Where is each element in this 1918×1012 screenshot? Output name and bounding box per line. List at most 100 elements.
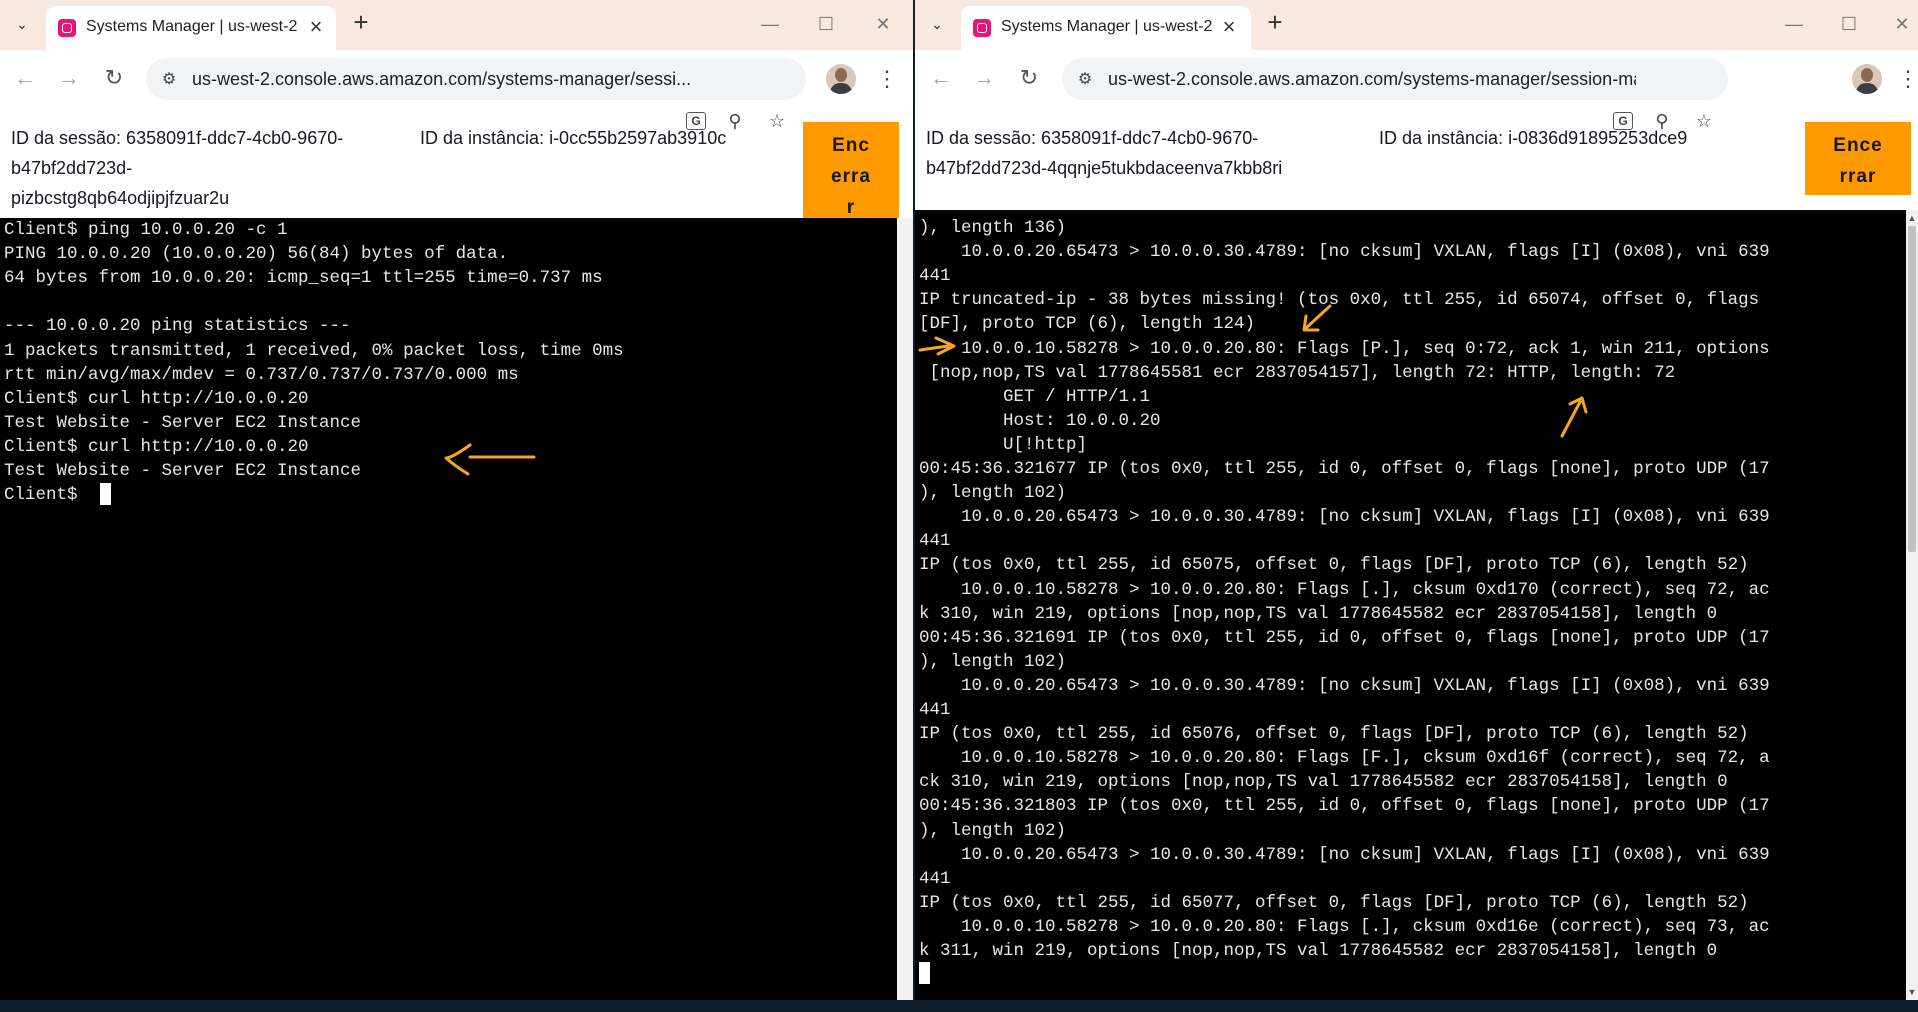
terminal-line: [nop,nop,TS val 1778645581 ecr 283705415…	[919, 362, 1676, 383]
terminal-line: 00:45:36.321803 IP (tos 0x0, ttl 255, id…	[919, 796, 1770, 817]
terminal-line: Test Website - Server EC2 Instance	[4, 412, 362, 433]
scroll-down-arrow[interactable]: ▼	[1906, 984, 1918, 1000]
minimize-icon[interactable]: —	[1781, 12, 1807, 38]
terminal-line: 00:45:36.321677 IP (tos 0x0, ttl 255, id…	[919, 459, 1770, 479]
terminal-line: ), length 136)	[919, 218, 1067, 238]
tab-systems-manager[interactable]: Systems Manager | us-west-2 ×	[46, 6, 336, 50]
star-icon[interactable]: ☆	[1691, 109, 1717, 133]
terminal-line: IP (tos 0x0, ttl 255, id 65075, offset 0…	[919, 555, 1749, 576]
terminal-line: ), length 102)	[919, 483, 1067, 504]
terminal-line: 00:45:36.321691 IP (tos 0x0, ttl 255, id…	[919, 627, 1770, 648]
terminal[interactable]: ), length 136) 10.0.0.20.65473 > 10.0.0.…	[915, 210, 1906, 1000]
terminal-cursor	[919, 962, 930, 984]
terminal-line: 441	[919, 266, 951, 287]
kebab-menu-icon[interactable]: ⋮	[1897, 65, 1918, 93]
tab-strip: ⌄ Systems Manager | us-west-2 × + — ☐ ✕	[915, 0, 1918, 50]
chevron-down-icon[interactable]: ⌄	[8, 10, 36, 38]
avatar[interactable]	[1852, 64, 1882, 94]
terminal-line: 64 bytes from 10.0.0.20: icmp_seq=1 ttl=…	[4, 268, 603, 289]
url-text[interactable]: us-west-2.console.aws.amazon.com/systems…	[1108, 69, 1636, 90]
terminal-line: [DF], proto TCP (6), length 124)	[919, 314, 1256, 335]
tab-title: Systems Manager | us-west-2	[86, 18, 298, 35]
close-icon[interactable]: ×	[304, 16, 328, 40]
terminal-line: U[!http]	[919, 434, 1088, 455]
terminal-line: Client$ curl http://10.0.0.20	[4, 388, 309, 409]
terminal-line: ck 310, win 219, options [nop,nop,TS val…	[919, 772, 1728, 793]
terminal[interactable]: Client$ ping 10.0.0.20 -c 1 PING 10.0.0.2…	[0, 218, 897, 1000]
terminate-label: erra	[831, 166, 871, 187]
terminal-cursor	[100, 483, 111, 505]
plus-icon[interactable]: +	[346, 8, 376, 38]
arrow-right-icon[interactable]: →	[970, 65, 998, 93]
minimize-icon[interactable]: —	[757, 12, 783, 38]
address-bar[interactable]: ⚙ us-west-2.console.aws.amazon.com/syste…	[1062, 58, 1728, 100]
browser-toolbar: ← → ↻ ⚙ us-west-2.console.aws.amazon.com…	[0, 50, 913, 131]
browser-toolbar: ← → ↻ ⚙ us-west-2.console.aws.amazon.com…	[915, 50, 1918, 131]
session-id-line: b47bf2dd723d-	[11, 158, 133, 178]
terminal-line: 441	[919, 868, 951, 889]
avatar[interactable]	[826, 64, 856, 94]
aws-systems-manager-icon	[973, 19, 991, 37]
terminal-line: IP (tos 0x0, ttl 255, id 65076, offset 0…	[919, 724, 1749, 745]
terminal-line: ), length 102)	[919, 820, 1067, 841]
site-settings-icon[interactable]: ⚙	[158, 69, 180, 89]
star-icon[interactable]: ☆	[764, 109, 790, 133]
window-close-icon[interactable]: ✕	[1889, 12, 1915, 38]
tab-systems-manager[interactable]: Systems Manager | us-west-2 ×	[961, 6, 1251, 50]
terminal-line: 10.0.0.20.65473 > 10.0.0.30.4789: [no ck…	[919, 844, 1770, 865]
terminal-line: ), length 102)	[919, 651, 1067, 672]
terminal-line: Client$ ping 10.0.0.20 -c 1	[4, 220, 288, 240]
address-bar[interactable]: ⚙ us-west-2.console.aws.amazon.com/syste…	[146, 58, 806, 100]
terminal-line: 10.0.0.10.58278 > 10.0.0.20.80: Flags [F…	[919, 748, 1770, 769]
terminal-line: Client$	[4, 485, 89, 506]
instance-id: ID da instância: i-0836d91895253dce9	[1379, 128, 1688, 148]
scroll-thumb[interactable]	[1908, 226, 1916, 552]
tab-strip: ⌄ Systems Manager | us-west-2 × + — ☐ ✕	[0, 0, 913, 50]
kebab-menu-icon[interactable]: ⋮	[876, 65, 898, 93]
terminal-line: 10.0.0.20.65473 > 10.0.0.30.4789: [no ck…	[919, 675, 1770, 696]
terminal-scrollbar[interactable]	[897, 218, 913, 1000]
terminal-line: PING 10.0.0.20 (10.0.0.20) 56(84) bytes …	[4, 244, 509, 265]
terminate-button[interactable]: Enc erra r	[803, 122, 899, 220]
session-id-line: pizbcstg8qb64odjipjfzuar2u	[11, 188, 230, 208]
terminal-line: IP truncated-ip - 38 bytes missing! (tos…	[919, 290, 1760, 311]
terminate-label: Ence	[1833, 135, 1883, 156]
reload-icon[interactable]: ↻	[100, 65, 128, 93]
terminal-line: 10.0.0.10.58278 > 10.0.0.20.80: Flags [P…	[919, 338, 1770, 359]
session-id-line: ID da sessão: 6358091f-ddc7-4cb0-9670-	[11, 128, 344, 148]
session-id-line: ID da sessão: 6358091f-ddc7-4cb0-9670-	[926, 128, 1259, 148]
terminal-line: 441	[919, 531, 951, 552]
terminal-line: 441	[919, 700, 951, 720]
terminal-line: 10.0.0.20.65473 > 10.0.0.30.4789: [no ck…	[919, 242, 1770, 263]
session-id: ID da sessão: 6358091f-ddc7-4cb0-9670- b…	[11, 123, 343, 213]
window-close-icon[interactable]: ✕	[870, 12, 896, 38]
maximize-icon[interactable]: ☐	[813, 12, 839, 38]
terminal-line: Host: 10.0.0.20	[919, 410, 1161, 431]
terminal-scrollbar[interactable]: ▲ ▼	[1906, 210, 1918, 1000]
session-id-line: b47bf2dd723d-4qqnje5tukbdaceenva7kbb8ri	[926, 158, 1283, 178]
close-icon[interactable]: ×	[1217, 16, 1241, 40]
tab-title: Systems Manager | us-west-2	[1001, 18, 1213, 35]
terminal-line: k 310, win 219, options [nop,nop,TS val …	[919, 603, 1718, 624]
scroll-up-arrow[interactable]: ▲	[1906, 210, 1918, 226]
url-text[interactable]: us-west-2.console.aws.amazon.com/systems…	[192, 69, 722, 90]
plus-icon[interactable]: +	[1260, 8, 1290, 38]
instance-id: ID da instância: i-0cc55b2597ab3910c	[420, 128, 727, 148]
terminate-button[interactable]: Ence rrar	[1805, 122, 1911, 195]
reload-icon[interactable]: ↻	[1015, 65, 1043, 93]
terminal-line: Client$ curl http://10.0.0.20	[4, 436, 309, 457]
arrow-left-icon[interactable]: ←	[11, 65, 39, 93]
maximize-icon[interactable]: ☐	[1836, 12, 1862, 38]
terminal-line: 10.0.0.10.58278 > 10.0.0.20.80: Flags [.…	[919, 916, 1770, 937]
chevron-down-icon[interactable]: ⌄	[923, 10, 951, 38]
terminal-line: IP (tos 0x0, ttl 255, id 65077, offset 0…	[919, 892, 1749, 913]
arrow-right-icon[interactable]: →	[55, 65, 83, 93]
arrow-left-icon[interactable]: ←	[927, 65, 955, 93]
site-settings-icon[interactable]: ⚙	[1074, 69, 1096, 89]
terminal-line: 10.0.0.10.58278 > 10.0.0.20.80: Flags [.…	[919, 579, 1770, 600]
browser-window-right: ⌄ Systems Manager | us-west-2 × + — ☐ ✕ …	[915, 0, 1918, 1000]
terminal-line: rtt min/avg/max/mdev = 0.737/0.737/0.737…	[4, 364, 519, 385]
terminal-line: k 311, win 219, options [nop,nop,TS val …	[919, 941, 1718, 961]
terminal-line: 10.0.0.20.65473 > 10.0.0.30.4789: [no ck…	[919, 507, 1770, 528]
terminal-line: 1 packets transmitted, 1 received, 0% pa…	[4, 340, 624, 361]
